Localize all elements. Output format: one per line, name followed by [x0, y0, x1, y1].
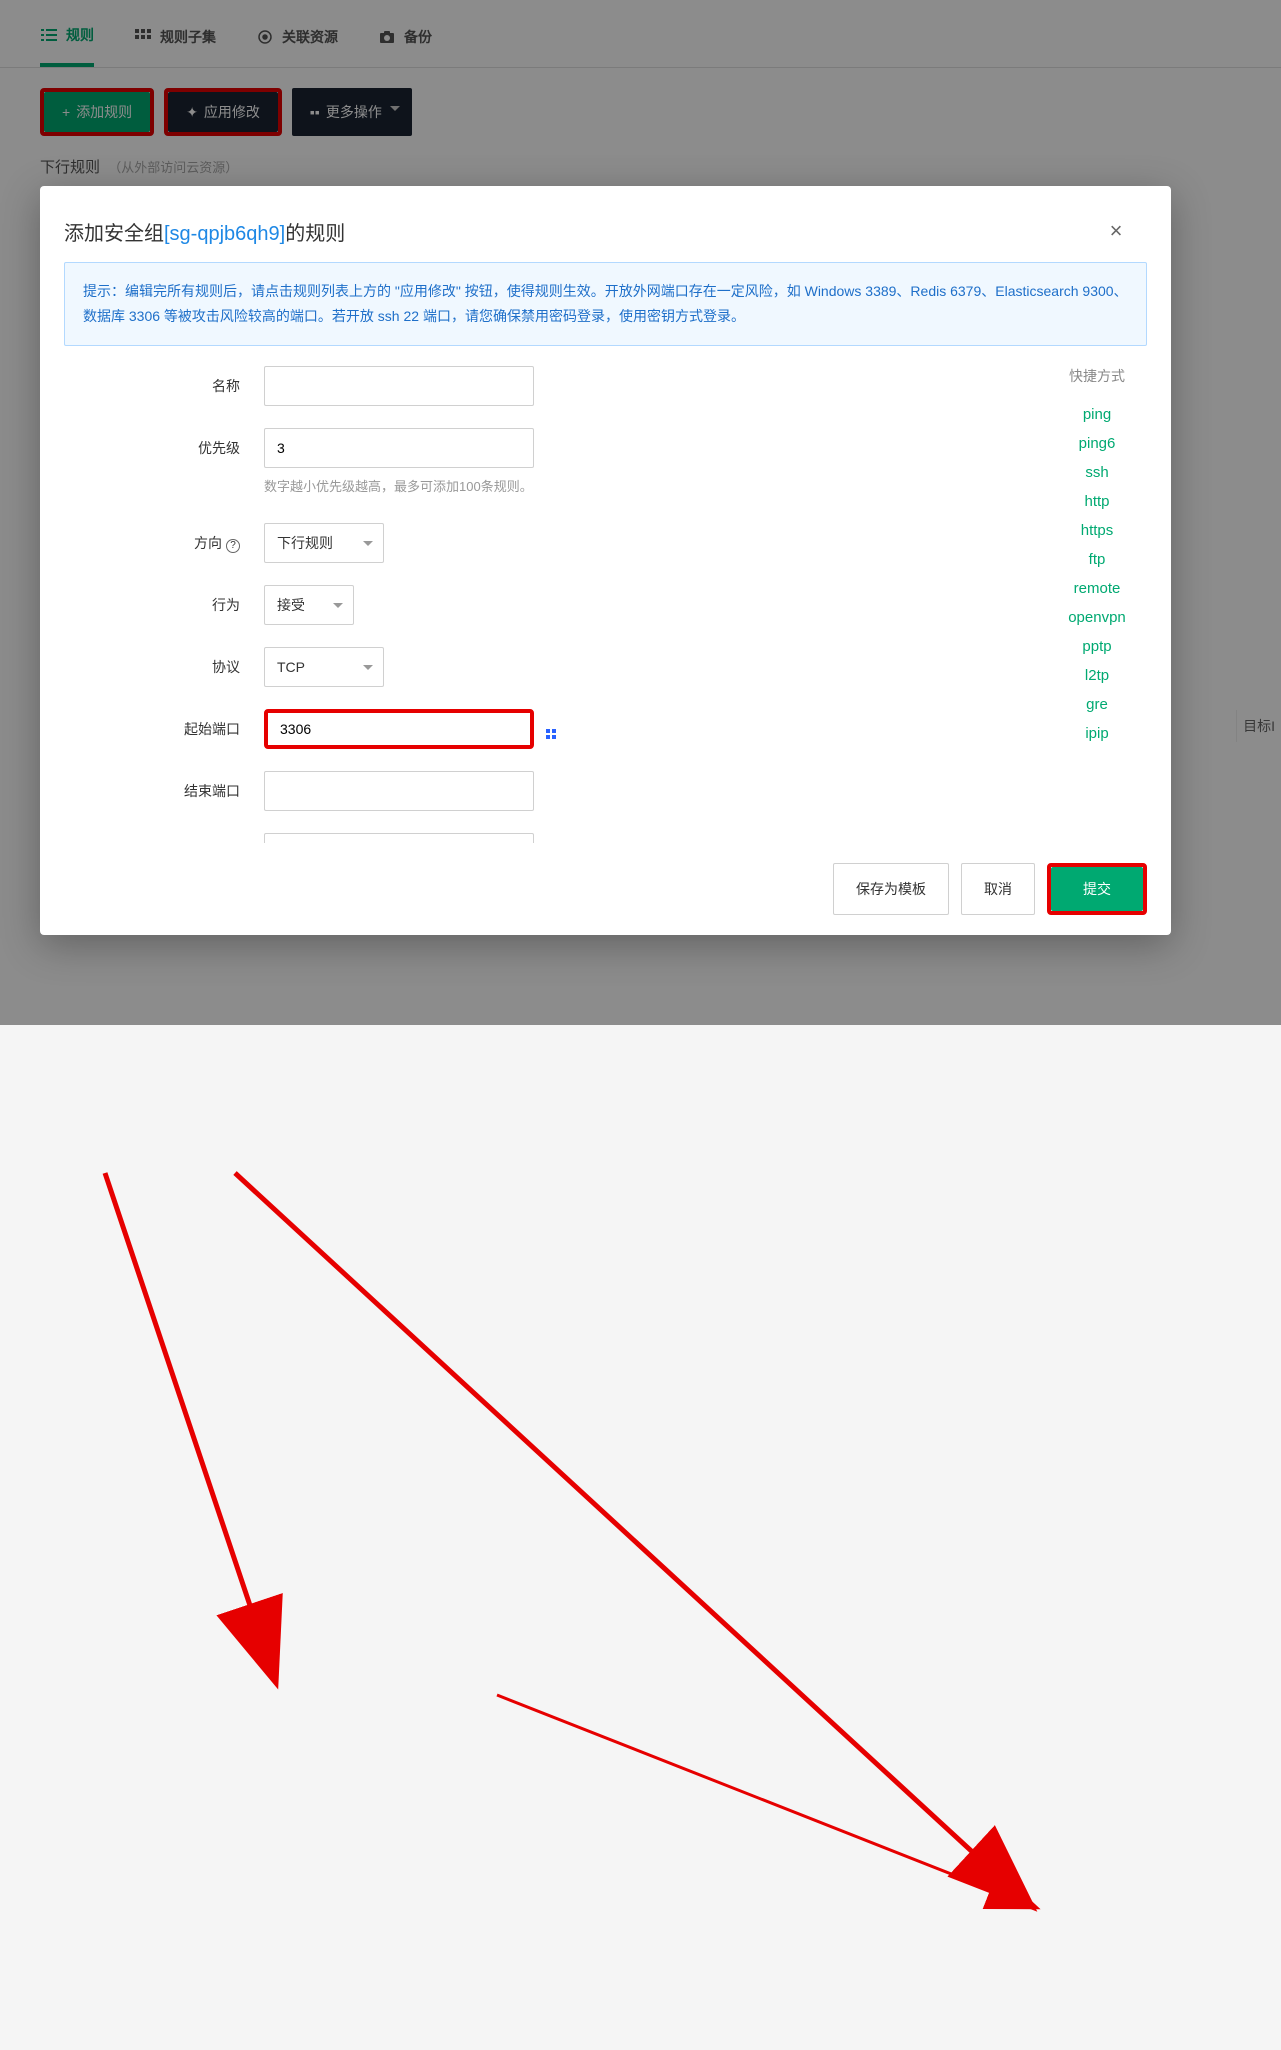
close-icon: ×	[1110, 218, 1123, 244]
form-row-start-port: 起始端口	[64, 709, 1047, 749]
modal-footer: 保存为模板 取消 提交	[40, 843, 1171, 935]
form-row-end-port: 结束端口	[64, 771, 1047, 811]
title-prefix: 添加安全组	[64, 223, 164, 245]
protocol-label: 协议	[64, 657, 264, 677]
direction-select[interactable]: 下行规则	[264, 523, 384, 563]
shortcut-ftp[interactable]: ftp	[1047, 545, 1147, 574]
shortcut-ssh[interactable]: ssh	[1047, 458, 1147, 487]
highlight-box-submit: 提交	[1047, 863, 1147, 915]
start-port-input[interactable]	[268, 713, 530, 745]
end-port-label: 结束端口	[64, 781, 264, 801]
modal-title: 添加安全组[sg-qpjb6qh9]的规则	[64, 217, 345, 246]
close-button[interactable]: ×	[1101, 216, 1131, 246]
shortcut-https[interactable]: https	[1047, 516, 1147, 545]
direction-label: 方向?	[64, 533, 264, 553]
source-ip-input[interactable]	[264, 833, 534, 843]
modal-header: 添加安全组[sg-qpjb6qh9]的规则 ×	[40, 186, 1171, 262]
chevron-down-icon	[333, 603, 343, 608]
shortcut-l2tp[interactable]: l2tp	[1047, 661, 1147, 690]
shortcut-remote[interactable]: remote	[1047, 574, 1147, 603]
title-suffix: 的规则	[285, 223, 345, 245]
modal-body: 名称 优先级 数字越小优先级越高，最多可添加100条规则。 方向? 下行规则	[40, 366, 1171, 843]
name-input[interactable]	[264, 366, 534, 406]
help-icon[interactable]: ?	[226, 539, 240, 553]
action-value: 接受	[277, 595, 305, 615]
form-row-action: 行为 接受	[64, 585, 1047, 625]
shortcuts-title: 快捷方式	[1047, 366, 1147, 386]
action-label: 行为	[64, 595, 264, 615]
cancel-button[interactable]: 取消	[961, 863, 1035, 915]
dots-grid-icon	[546, 729, 556, 739]
highlight-box-start-port	[264, 709, 534, 749]
tip-message: 提示：编辑完所有规则后，请点击规则列表上方的 "应用修改" 按钮，使得规则生效。…	[64, 262, 1147, 346]
form-row-source-ip: 源IP	[64, 833, 1047, 843]
security-group-id: [sg-qpjb6qh9]	[164, 223, 285, 245]
end-port-input[interactable]	[264, 771, 534, 811]
shortcut-gre[interactable]: gre	[1047, 690, 1147, 719]
expand-port-button[interactable]	[546, 720, 556, 739]
shortcut-http[interactable]: http	[1047, 487, 1147, 516]
form-row-priority: 优先级	[64, 428, 1047, 468]
shortcuts-column: 快捷方式 ping ping6 ssh http https ftp remot…	[1047, 366, 1147, 843]
form-row-name: 名称	[64, 366, 1047, 406]
priority-hint: 数字越小优先级越高，最多可添加100条规则。	[264, 476, 1047, 495]
add-rule-modal: 添加安全组[sg-qpjb6qh9]的规则 × 提示：编辑完所有规则后，请点击规…	[40, 186, 1171, 935]
direction-value: 下行规则	[277, 533, 333, 553]
chevron-down-icon	[363, 665, 373, 670]
form-row-priority-wrap: 优先级 数字越小优先级越高，最多可添加100条规则。	[64, 428, 1047, 495]
form-row-protocol: 协议 TCP	[64, 647, 1047, 687]
form-row-direction: 方向? 下行规则	[64, 523, 1047, 563]
submit-button[interactable]: 提交	[1051, 867, 1143, 911]
annotation-arrows	[0, 1025, 1281, 2050]
save-template-button[interactable]: 保存为模板	[833, 863, 949, 915]
priority-input[interactable]	[264, 428, 534, 468]
shortcut-pptp[interactable]: pptp	[1047, 632, 1147, 661]
start-port-label: 起始端口	[64, 719, 264, 739]
chevron-down-icon	[363, 541, 373, 546]
form-column: 名称 优先级 数字越小优先级越高，最多可添加100条规则。 方向? 下行规则	[64, 366, 1047, 843]
shortcut-openvpn[interactable]: openvpn	[1047, 603, 1147, 632]
direction-label-text: 方向	[194, 535, 222, 551]
shortcut-ping6[interactable]: ping6	[1047, 429, 1147, 458]
protocol-value: TCP	[277, 659, 305, 675]
priority-label: 优先级	[64, 438, 264, 458]
shortcut-ipip[interactable]: ipip	[1047, 719, 1147, 748]
form-row-sourceip-wrap: 源IP 例如 192.168.9.1/24 或 fe80::5054:a8ff:…	[64, 833, 1047, 843]
protocol-select[interactable]: TCP	[264, 647, 384, 687]
shortcut-ping[interactable]: ping	[1047, 400, 1147, 429]
name-label: 名称	[64, 376, 264, 396]
action-select[interactable]: 接受	[264, 585, 354, 625]
